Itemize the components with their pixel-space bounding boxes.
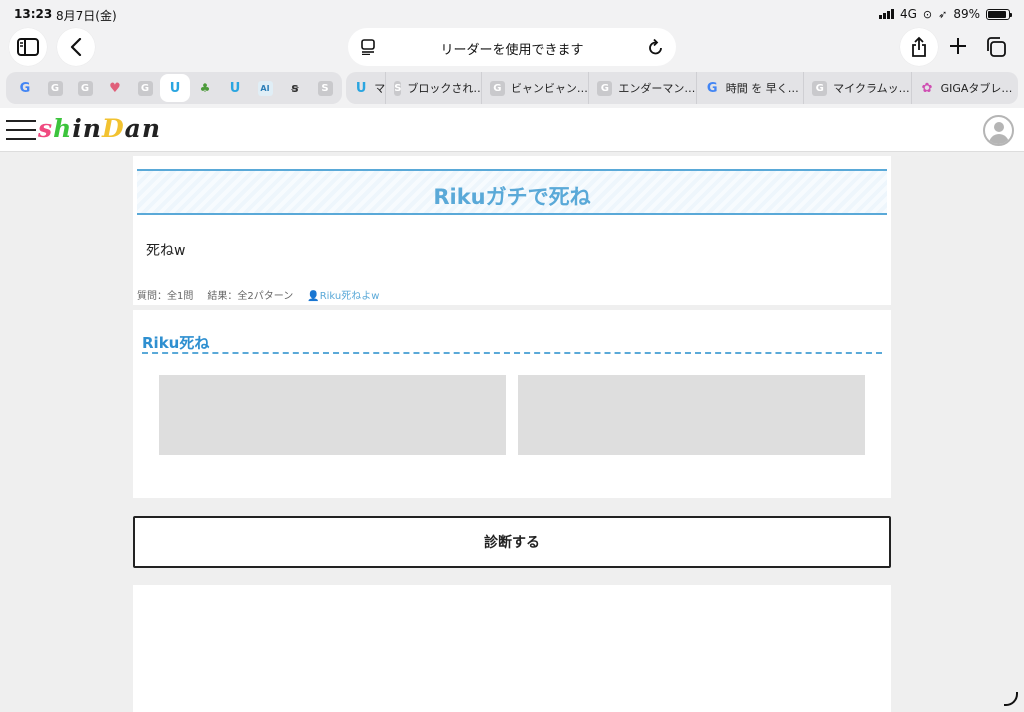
sidebar-icon: [17, 38, 39, 56]
logo-letter: s: [38, 114, 54, 143]
battery-icon: [986, 8, 1012, 20]
logo-letter: D: [101, 114, 125, 143]
pinned-tab[interactable]: G: [130, 74, 160, 102]
pinned-tab[interactable]: AI: [250, 74, 280, 102]
logo-letter: h: [53, 114, 73, 143]
battery-percent: 89%: [953, 7, 980, 21]
logo-letter: n: [82, 114, 102, 143]
share-icon: [912, 36, 926, 57]
location-icon: ➶: [938, 7, 948, 21]
tab-label: 時間 を 早く…: [725, 82, 799, 95]
google-icon: G: [706, 80, 718, 96]
gray-g-icon: G: [812, 80, 828, 96]
pinned-tab[interactable]: ♥: [100, 74, 130, 102]
shindan-icon: U: [355, 80, 367, 96]
logo-letter: n: [141, 114, 162, 143]
gray-g-icon: G: [489, 80, 505, 96]
ad-placeholder-left: [159, 375, 506, 455]
shindan-icon: U: [169, 80, 181, 96]
diagnosis-card: Rikuガチで死ね 死ねw 質問：全1問 結果：全2パターン 👤Riku死ねよw: [133, 156, 891, 305]
pinned-tabs: G G G ♥ G U ♣ U AI ꞩ S: [6, 72, 342, 104]
tabs-icon: [987, 37, 1006, 57]
gray-g-icon: G: [597, 80, 613, 96]
gray-s-icon: S: [394, 80, 402, 96]
logo-letter: i: [72, 114, 83, 143]
loading-icon: [1004, 692, 1018, 706]
pinned-tab[interactable]: ꞩ: [280, 74, 310, 102]
s-logo-icon: ꞩ: [291, 81, 299, 95]
browser-tab[interactable]: G ビャンビャン…: [480, 72, 588, 104]
tab-label: ブロックされ…: [407, 82, 481, 95]
pinned-tab[interactable]: ♣: [190, 74, 220, 102]
signal-icon: [878, 9, 894, 19]
status-time: 13:23: [14, 7, 53, 21]
network-label: 4G: [899, 7, 917, 21]
result-title: Riku死ね: [142, 334, 210, 352]
gray-g-icon: G: [137, 80, 153, 96]
lower-card: [133, 585, 891, 712]
site-logo[interactable]: shinDan: [38, 114, 161, 143]
logo-letter: a: [124, 114, 142, 143]
pinned-tab[interactable]: U: [220, 74, 250, 102]
browser-tab[interactable]: G マイクラムッ…: [803, 72, 910, 104]
browser-tab[interactable]: ✿ GIGAタブレ…: [910, 72, 1018, 104]
tab-label: ビャンビャン…: [510, 82, 588, 95]
browser-toolbar: リーダーを使用できます: [0, 28, 1024, 68]
back-button[interactable]: [57, 28, 95, 66]
menu-icon[interactable]: [6, 120, 36, 140]
plus-icon: [950, 38, 966, 54]
user-avatar-icon[interactable]: [983, 115, 1014, 146]
diagnosis-title: Rikuガチで死ね: [433, 185, 591, 209]
tab-label: マ: [374, 82, 386, 95]
result-section: Riku死ね: [133, 310, 891, 498]
user-icon: 👤: [307, 291, 320, 302]
pinned-tab[interactable]: G: [40, 74, 70, 102]
tab-bar: G G G ♥ G U ♣ U AI ꞩ S U マ S ブロックされ… G ビャンビャン… G エンダーマン… G…: [0, 68, 1024, 108]
gray-s-icon: S: [317, 80, 333, 96]
browser-tab[interactable]: S ブロックされ…: [385, 72, 481, 104]
google-icon: G: [19, 80, 31, 96]
result-count: 結果：全2パターン: [207, 291, 294, 302]
ai-icon: AI: [257, 80, 273, 96]
flower-icon: ✿: [921, 80, 933, 96]
new-tab-button[interactable]: [948, 36, 968, 60]
pinned-tab[interactable]: G: [70, 74, 100, 102]
pinned-tab[interactable]: S: [310, 74, 340, 102]
pinned-tab[interactable]: U: [160, 74, 190, 102]
battery-fill: [988, 10, 1006, 18]
address-bar[interactable]: リーダーを使用できます: [348, 28, 676, 66]
dashed-divider: [142, 352, 882, 354]
author-link[interactable]: Riku死ねよw: [320, 291, 380, 302]
tab-label: GIGAタブレ…: [940, 82, 1013, 95]
diagnose-button[interactable]: 診断する: [133, 516, 891, 568]
tab-label: マイクラムッ…: [833, 82, 910, 95]
reload-icon[interactable]: [648, 38, 664, 56]
site-header: shinDan: [0, 108, 1024, 152]
ad-placeholder-right: [518, 375, 865, 455]
back-icon: [70, 38, 82, 56]
plant-icon: ♣: [199, 81, 211, 95]
lock-rotation-icon: ⊙: [922, 7, 933, 21]
status-date: 8月7日(金): [56, 9, 117, 23]
browser-tab[interactable]: G エンダーマン…: [588, 72, 695, 104]
gray-g-icon: G: [47, 80, 63, 96]
heart-icon: ♥: [109, 80, 121, 96]
share-button[interactable]: [900, 28, 938, 66]
diagnosis-meta: 質問：全1問 結果：全2パターン 👤Riku死ねよw: [137, 287, 379, 302]
gray-g-icon: G: [77, 80, 93, 96]
pinned-tab[interactable]: G: [10, 74, 40, 102]
question-count: 質問：全1問: [137, 291, 194, 302]
sidebar-button[interactable]: [9, 28, 47, 66]
status-bar: 13:23 8月7日(金) 4G ⊙ ➶ 89%: [0, 0, 1024, 28]
address-text: リーダーを使用できます: [440, 43, 584, 58]
tab-label: エンダーマン…: [618, 82, 696, 95]
diagnosis-title-box: Rikuガチで死ね: [137, 169, 887, 215]
shindan-icon: U: [229, 80, 241, 96]
browser-tab[interactable]: Uマ: [346, 72, 385, 104]
tab-overview-button[interactable]: [985, 36, 1007, 62]
diagnosis-description: 死ねw: [146, 243, 186, 259]
browser-tab[interactable]: G 時間 を 早く…: [695, 72, 803, 104]
open-tabs: U マ S ブロックされ… G ビャンビャン… G エンダーマン… G 時間 を 早く… G マイクラ…: [346, 72, 1018, 104]
